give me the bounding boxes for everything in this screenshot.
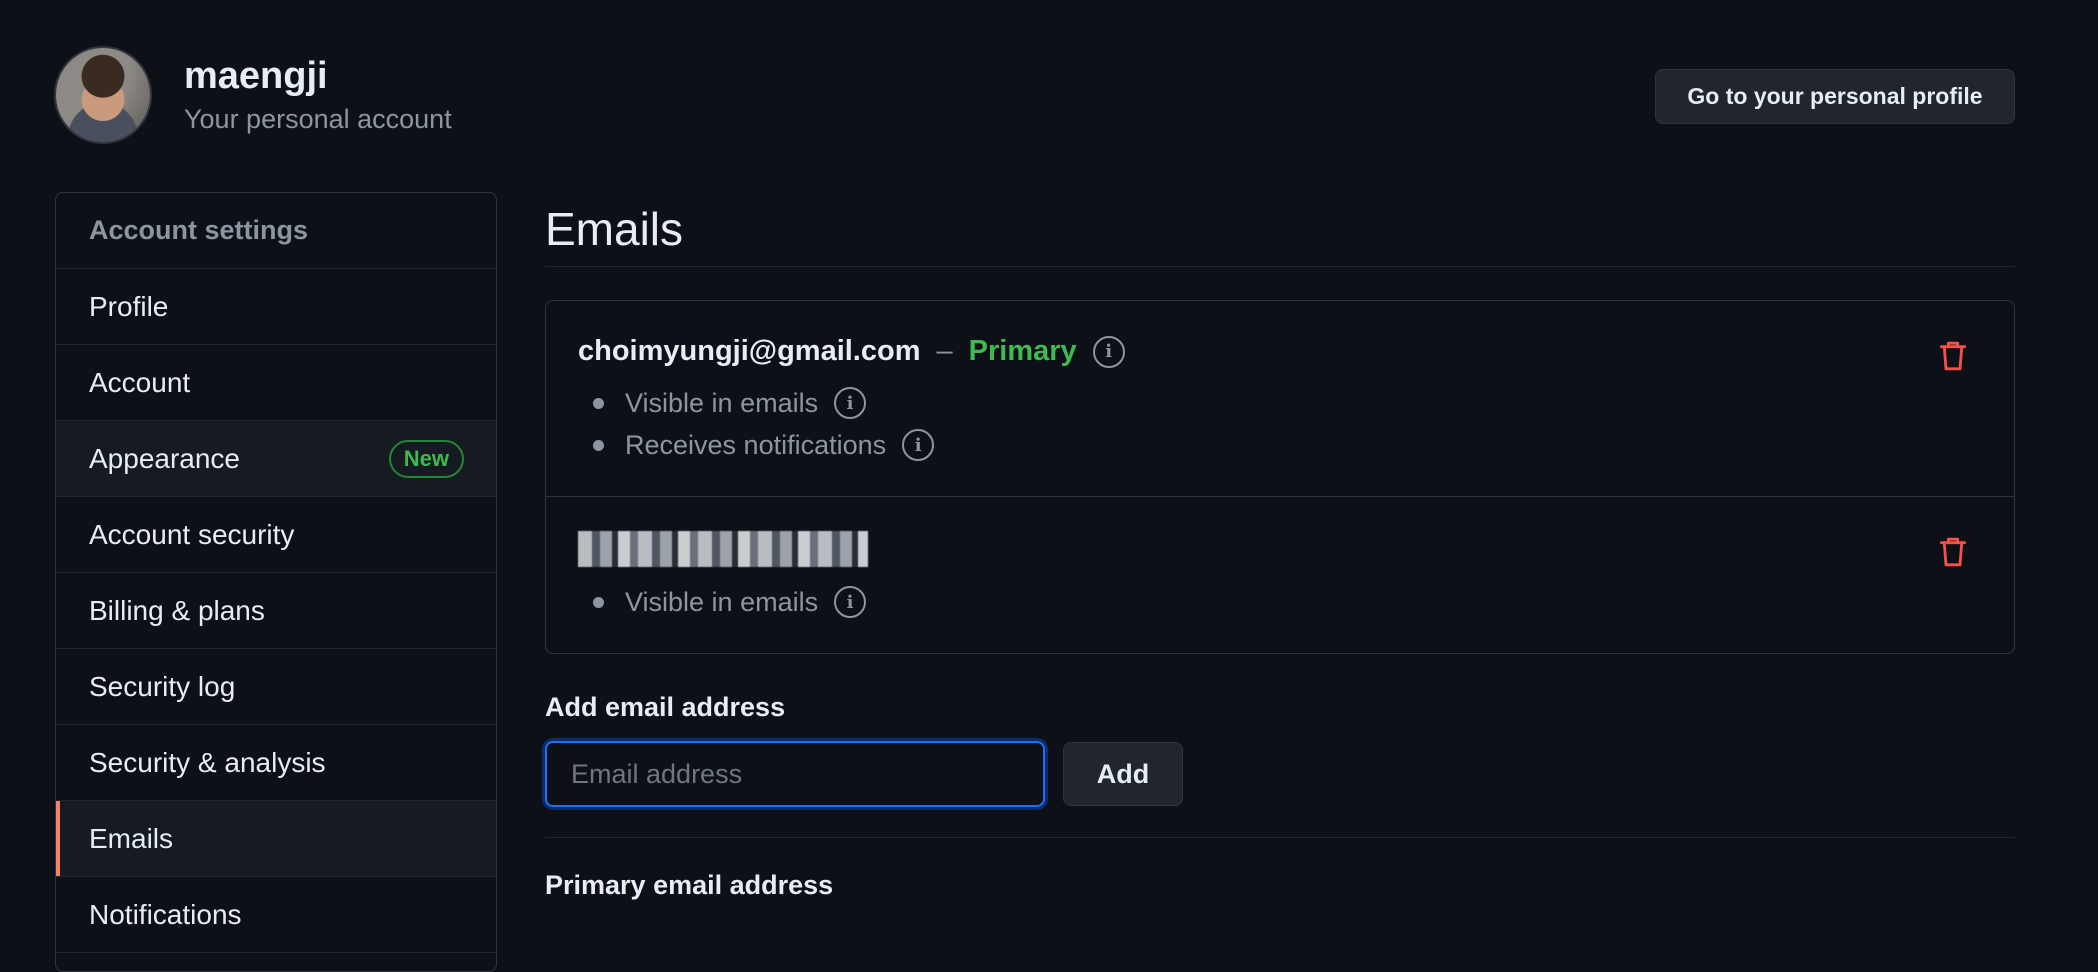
email-properties: Visible in emails i xyxy=(578,581,1982,623)
add-email-form: Add xyxy=(545,741,2015,807)
sidebar-item-security-analysis[interactable]: Security & analysis xyxy=(56,725,496,801)
email-line: choimyungji@gmail.com – Primary i xyxy=(578,335,1982,368)
list-item: Receives notifications i xyxy=(578,424,1982,466)
email-separator: – xyxy=(936,335,953,367)
email-entry: Visible in emails i xyxy=(546,496,2014,653)
bullet-icon xyxy=(593,397,604,409)
list-item: Visible in emails i xyxy=(578,581,1982,623)
divider xyxy=(545,266,2015,267)
username[interactable]: maengji xyxy=(184,55,452,99)
list-item: Visible in emails i xyxy=(578,382,1982,424)
trash-icon[interactable] xyxy=(1939,535,1967,569)
email-entry: choimyungji@gmail.com – Primary i Visibl… xyxy=(546,301,2014,496)
account-identity: maengji Your personal account xyxy=(184,55,452,136)
email-properties: Visible in emails i Receives notificatio… xyxy=(578,382,1982,466)
bullet-icon xyxy=(593,439,604,451)
avatar[interactable] xyxy=(54,46,152,144)
add-button[interactable]: Add xyxy=(1063,742,1183,806)
info-icon[interactable]: i xyxy=(1092,335,1125,368)
email-input[interactable] xyxy=(545,741,1045,807)
new-badge: New xyxy=(388,439,464,478)
page-title: Emails xyxy=(545,203,684,255)
settings-sidebar: Account settings Profile Account Appeara… xyxy=(55,192,497,972)
sidebar-item-account-security[interactable]: Account security xyxy=(56,497,496,573)
bullet-icon xyxy=(593,596,604,608)
primary-tag: Primary xyxy=(968,335,1077,367)
emails-panel: Emails choimyungji@gmail.com – Primary i… xyxy=(545,192,2015,901)
sidebar-item-security-log[interactable]: Security log xyxy=(56,649,496,725)
redacted-email-address xyxy=(578,531,868,567)
sidebar-item-label: Notifications xyxy=(89,898,242,930)
email-line xyxy=(578,531,1982,567)
sidebar-item-notifications[interactable]: Notifications xyxy=(56,877,496,953)
sidebar-item-label: Account security xyxy=(89,518,295,550)
sidebar-item-label: Billing & plans xyxy=(89,594,265,626)
sidebar-item-label: Security log xyxy=(89,670,236,702)
account-subtitle: Your personal account xyxy=(184,104,452,135)
email-list: choimyungji@gmail.com – Primary i Visibl… xyxy=(545,300,2015,654)
sidebar-item-label: Security & analysis xyxy=(89,746,326,778)
sidebar-item-billing[interactable]: Billing & plans xyxy=(56,573,496,649)
info-icon[interactable]: i xyxy=(902,429,935,461)
divider xyxy=(545,837,2015,838)
sidebar-item-label: Appearance xyxy=(89,442,241,474)
go-to-profile-button[interactable]: Go to your personal profile xyxy=(1655,69,2015,124)
trash-icon[interactable] xyxy=(1939,339,1967,373)
sidebar-item-label: Profile xyxy=(89,290,169,322)
account-header: maengji Your personal account xyxy=(54,46,452,144)
sidebar-heading: Account settings xyxy=(56,193,496,269)
sidebar-item-label: Account xyxy=(89,366,191,398)
sidebar-item-label: Emails xyxy=(89,822,174,854)
sidebar-item-appearance[interactable]: Appearance New xyxy=(56,421,496,497)
sidebar-item-account[interactable]: Account xyxy=(56,345,496,421)
sidebar-item-emails[interactable]: Emails xyxy=(56,801,496,877)
info-icon[interactable]: i xyxy=(834,586,867,618)
sidebar-item-profile[interactable]: Profile xyxy=(56,269,496,345)
info-icon[interactable]: i xyxy=(834,387,867,419)
add-email-label: Add email address xyxy=(545,692,786,722)
primary-email-label: Primary email address xyxy=(545,870,834,900)
property-label: Visible in emails xyxy=(625,586,819,617)
property-label: Visible in emails xyxy=(625,387,819,418)
email-address: choimyungji@gmail.com xyxy=(578,335,921,367)
property-label: Receives notifications xyxy=(625,429,887,460)
